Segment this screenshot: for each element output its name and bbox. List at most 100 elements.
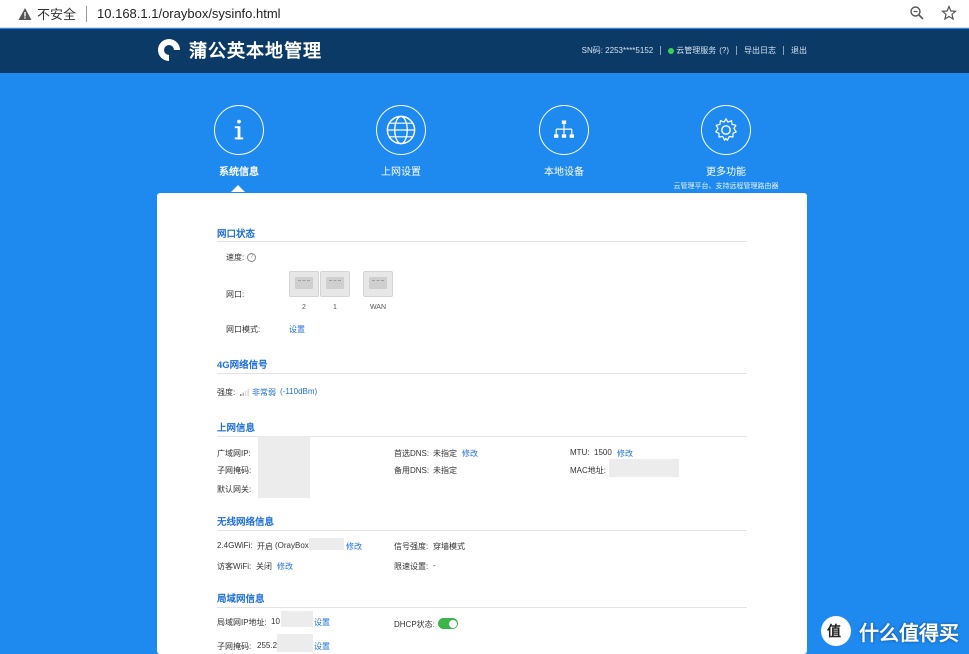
active-tab-indicator [231,185,245,192]
signal-strength-value: 非常弱 [252,388,276,397]
redacted-area [309,538,344,550]
signal-bars-icon [240,389,249,396]
header-separator [783,46,784,55]
pgy-logo-icon [158,39,181,62]
port-number: 1 [333,304,337,311]
tab-label: 更多功能 [706,167,746,178]
section-title-port-status: 网口状态 [217,229,256,240]
section-title-lan: 局域网信息 [217,594,265,605]
section-divider [217,530,747,531]
tab-label: 系统信息 [219,167,259,178]
wifi-24g-ssid: (OrayBox [275,541,309,550]
section-title-wireless: 无线网络信息 [217,517,275,528]
ethernet-port-icon [320,271,350,297]
section-divider [217,607,747,608]
wifi-24g-edit-link[interactable]: 修改 [346,541,362,552]
bookmark-star-icon[interactable] [940,4,958,21]
warning-icon[interactable] [18,7,32,21]
primary-dns-edit-link[interactable]: 修改 [462,448,478,459]
redacted-area [277,634,313,652]
top-header: 蒲公英本地管理 SN码: 2253****5152 云管理服务 (?) 导出日志… [0,29,969,73]
zoom-icon[interactable] [909,5,925,21]
logout-link[interactable]: 退出 [791,45,807,56]
globe-icon [376,105,426,155]
port-mode-settings-link[interactable]: 设置 [289,324,305,335]
tab-label: 上网设置 [381,167,421,178]
cloud-status-dot-icon [668,47,675,54]
watermark: 什么值得买 [821,616,959,646]
browser-address-bar: 不安全 10.168.1.1/oraybox/sysinfo.html [0,0,969,28]
export-log-link[interactable]: 导出日志 [744,45,776,56]
header-separator [660,46,662,55]
default-gateway-label: 默认网关: [217,485,252,494]
insecure-label[interactable]: 不安全 [37,4,76,23]
signal-mode-value: 穿墙模式 [433,542,465,551]
mac-address-label: MAC地址: [570,466,606,475]
gear-icon [701,105,751,155]
tab-more-features[interactable]: 更多功能 云管理平台、支持远程管理路由器 [666,105,786,191]
lan-ip-label: 局域网IP地址: [217,618,267,627]
tab-internet-settings[interactable]: 上网设置 [341,105,461,178]
watermark-text: 什么值得买 [859,622,959,645]
speed-help-icon[interactable]: ? [247,253,257,263]
redacted-area [609,459,679,477]
lan-subnet-settings-link[interactable]: 设置 [314,641,330,652]
content-panel: 网口状态 速度:? 网口: 2 1 WAN 网口模式: 设置 4G网络信号 强度… [157,193,807,654]
signal-strength-label: 强度: [217,388,236,397]
section-title-4g-signal: 4G网络信号 [217,360,268,371]
port-number: WAN [369,304,387,311]
header-separator [736,46,737,55]
redacted-area [258,436,310,498]
section-title-internet: 上网信息 [217,423,256,434]
speed-limit-value: - [433,561,436,570]
lan-subnet-value: 255.2 [257,641,278,650]
mtu-edit-link[interactable]: 修改 [617,448,633,459]
primary-dns-label: 首选DNS: [394,449,430,458]
lan-ip-settings-link[interactable]: 设置 [314,617,330,628]
network-tree-icon [539,105,589,155]
tab-label: 本地设备 [544,167,584,178]
guest-wifi-label: 访客WiFi: [217,562,252,571]
port-mode-label: 网口模式: [226,325,261,334]
main-nav: 系统信息 上网设置 本地设备 更多功能 云管理平台、支持远程管理路由器 [0,73,969,193]
signal-dbm: (-110dBm) [280,387,318,396]
secondary-dns-value: 未指定 [433,466,457,475]
ethernet-port-icon [289,271,319,297]
url-field[interactable]: 10.168.1.1/oraybox/sysinfo.html [97,6,281,21]
dhcp-status-label: DHCP状态: [394,620,435,629]
speed-limit-label: 限速设置: [394,562,429,571]
signal-mode-label: 信号强度: [394,542,429,551]
section-divider [217,373,747,374]
smzdm-logo-icon [821,616,851,646]
mtu-value: 1500 [594,448,612,457]
wifi-24g-label: 2.4GWiFi: [217,541,253,550]
cloud-service-link[interactable]: 云管理服务 [676,45,716,56]
cloud-help-icon[interactable]: (?) [719,46,729,55]
address-separator [86,5,88,22]
header-right: SN码: 2253****5152 云管理服务 (?) 导出日志 退出 [582,45,807,56]
guest-wifi-edit-link[interactable]: 修改 [277,561,293,572]
wifi-24g-status: 开启 [257,542,273,551]
dhcp-toggle[interactable] [438,618,458,629]
mtu-label: MTU: [570,448,590,457]
lan-subnet-label: 子网掩码: [217,642,252,651]
section-divider [217,241,747,242]
guest-wifi-status: 关闭 [256,562,272,571]
speed-label: 速度:? [226,252,257,263]
wan-ip-label: 广域网IP: [217,449,251,458]
primary-dns-value: 未指定 [433,449,457,458]
port-number: 2 [302,304,306,311]
app-title: 蒲公英本地管理 [189,41,322,61]
tab-local-devices[interactable]: 本地设备 [504,105,624,178]
info-icon [214,105,264,155]
secondary-dns-label: 备用DNS: [394,466,430,475]
redacted-area [281,611,313,627]
tab-system-info[interactable]: 系统信息 [179,105,299,178]
lan-ip-value: 10 [271,617,280,626]
port-label: 网口: [226,290,245,299]
ethernet-port-icon [363,271,393,297]
subnet-mask-label: 子网掩码: [217,466,252,475]
brand: 蒲公英本地管理 [157,37,322,63]
sn-code: SN码: 2253****5152 [581,46,654,55]
tab-sublabel: 云管理平台、支持远程管理路由器 [673,183,779,190]
